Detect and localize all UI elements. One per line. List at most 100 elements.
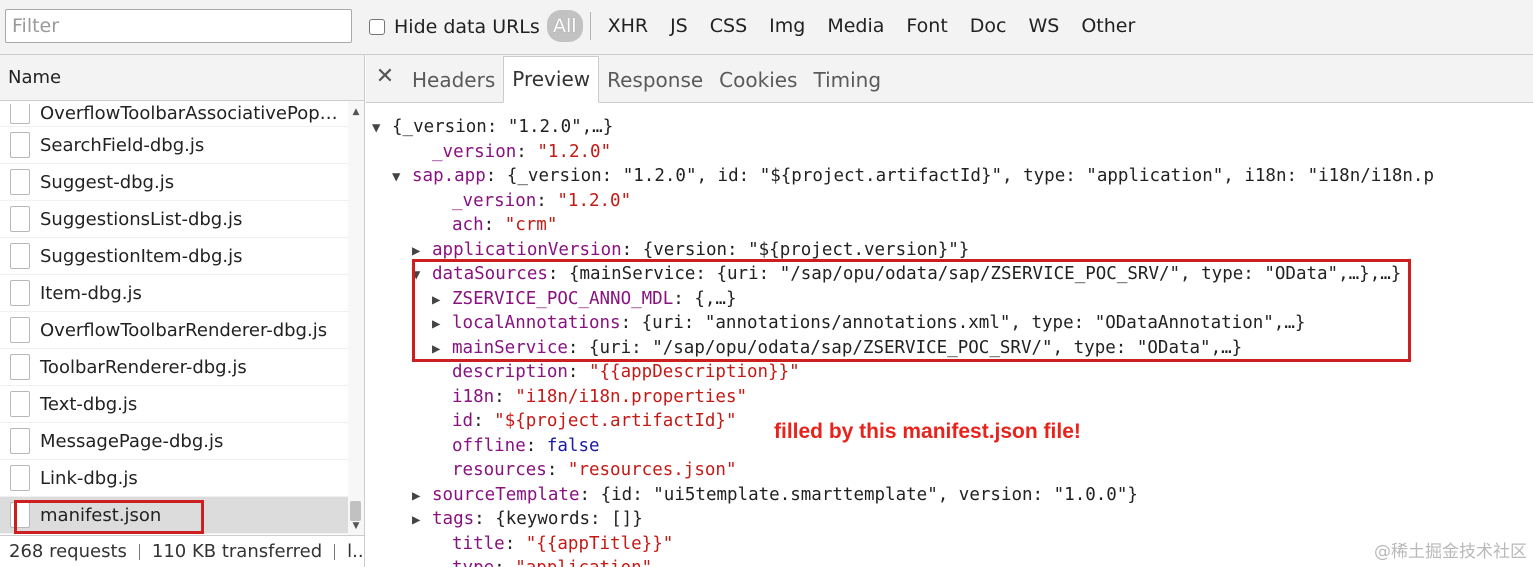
request-row[interactable]: MessagePage-dbg.js (0, 423, 348, 460)
json-tree-line[interactable]: ▶ sourceTemplate: {id: "ui5template.smart… (366, 483, 1533, 508)
file-icon (10, 317, 30, 343)
filter-other-button[interactable]: Other (1070, 8, 1146, 44)
json-value: "{{appTitle}}" (525, 533, 674, 554)
request-row[interactable]: SuggestionItem-dbg.js (0, 238, 348, 275)
request-name: Suggest-dbg.js (40, 171, 175, 193)
filter-css-button[interactable]: CSS (699, 8, 758, 44)
request-row[interactable]: Suggest-dbg.js (0, 164, 348, 201)
hide-data-urls-toggle[interactable]: Hide data URLs (369, 13, 540, 41)
filter-input[interactable] (5, 9, 352, 43)
tab-preview[interactable]: Preview (503, 56, 600, 103)
filter-all-button[interactable]: All (547, 10, 583, 42)
json-value: "{{appDescription}}" (588, 362, 800, 382)
filter-doc-button[interactable]: Doc (959, 8, 1018, 44)
json-key: resources (452, 460, 547, 480)
request-name: OverflowToolbarAssociativePop… (40, 103, 338, 124)
request-list: OverflowToolbarAssociativePop… SearchFie… (0, 101, 348, 535)
json-tree-line[interactable]: ▶ tags: {keywords: []} (366, 507, 1533, 532)
json-key: offline (452, 435, 526, 456)
json-value: false (546, 435, 600, 456)
json-punctuation: : (536, 190, 558, 211)
json-key: id (452, 411, 474, 431)
json-tree-line: ach: "crm" (366, 213, 1533, 238)
json-punctuation: : (483, 215, 505, 235)
filter-img-button[interactable]: Img (758, 8, 816, 44)
request-row[interactable]: OverflowToolbarRenderer-dbg.js (0, 312, 348, 349)
request-list-pane: Name OverflowToolbarAssociativePop… Sear… (0, 55, 365, 567)
filter-font-button[interactable]: Font (895, 8, 958, 44)
file-icon (10, 391, 30, 417)
json-tree-line: resources: "resources.json" (366, 458, 1533, 483)
request-name: OverflowToolbarRenderer-dbg.js (40, 319, 328, 341)
json-key: sourceTemplate (432, 484, 580, 505)
json-tree-line[interactable]: ▼ {_version: "1.2.0",…} (366, 115, 1533, 140)
close-icon[interactable]: ✕ (366, 55, 404, 102)
json-key: i18n (452, 386, 495, 407)
status-divider (334, 544, 336, 560)
json-key: description (452, 362, 568, 382)
json-punctuation: : {keywords: []} (474, 509, 643, 529)
json-punctuation: : (516, 141, 538, 162)
hide-data-urls-checkbox[interactable] (369, 19, 385, 35)
json-value: "1.2.0" (537, 141, 612, 162)
annotation-text: filled by this manifest.json file! (774, 420, 1081, 443)
transferred-size: 110 KB transferred (151, 541, 323, 562)
request-list-scrollbar[interactable]: ▲ ▼ (348, 101, 364, 535)
request-row[interactable]: Item-dbg.js (0, 275, 348, 312)
tab-timing[interactable]: Timing (805, 58, 889, 102)
tab-response[interactable]: Response (599, 58, 711, 102)
filter-js-button[interactable]: JS (659, 8, 699, 44)
json-value: "resources.json" (567, 460, 737, 480)
json-key: _version (432, 141, 517, 162)
json-punctuation: {_version: "1.2.0",…} (392, 117, 614, 137)
highlight-box-datasources (412, 259, 1411, 362)
json-punctuation: : (546, 460, 568, 480)
json-punctuation: : (473, 411, 495, 431)
json-tree-line: title: "{{appTitle}}" (366, 532, 1533, 557)
request-row[interactable]: Text-dbg.js (0, 386, 348, 423)
request-name: MessagePage-dbg.js (40, 430, 224, 452)
file-icon (10, 104, 30, 124)
json-value: "i18n/i18n.properties" (515, 386, 748, 407)
json-tree-line[interactable]: ▼ sap.app: {_version: "1.2.0", id: "${pro… (366, 164, 1533, 189)
request-name: ToolbarRenderer-dbg.js (40, 356, 247, 378)
file-icon (10, 428, 30, 454)
name-column-header[interactable]: Name (0, 55, 364, 101)
tab-headers[interactable]: Headers (404, 58, 503, 102)
request-row[interactable]: OverflowToolbarAssociativePop… (0, 101, 348, 127)
network-filter-bar: Hide data URLs All XHR JS CSS Img Media … (0, 0, 1533, 55)
request-row[interactable]: SuggestionsList-dbg.js (0, 201, 348, 238)
filter-xhr-button[interactable]: XHR (597, 8, 660, 44)
json-punctuation: : (494, 386, 516, 407)
request-count: 268 requests (9, 541, 127, 562)
json-key: applicationVersion (432, 239, 622, 260)
filter-ws-button[interactable]: WS (1017, 8, 1070, 44)
collapsed-arrow-icon[interactable]: ▶ (412, 484, 432, 509)
request-row[interactable]: ToolbarRenderer-dbg.js (0, 349, 348, 386)
scroll-thumb[interactable] (350, 501, 361, 521)
scroll-up-arrow-icon[interactable]: ▲ (351, 107, 361, 117)
scroll-down-arrow-icon[interactable]: ▼ (351, 521, 361, 531)
json-punctuation: : {version: "${project.version}"} (621, 239, 970, 260)
hide-data-urls-label: Hide data URLs (394, 16, 540, 38)
json-key: sap.app (412, 166, 486, 186)
request-row[interactable]: SearchField-dbg.js (0, 127, 348, 164)
filter-media-button[interactable]: Media (816, 8, 895, 44)
json-key: tags (432, 509, 475, 529)
expanded-arrow-icon[interactable]: ▼ (392, 165, 412, 190)
json-key: _version (452, 190, 537, 211)
collapsed-arrow-icon[interactable]: ▶ (412, 508, 432, 533)
network-summary-bar: 268 requests 110 KB transferred l... (0, 535, 364, 567)
request-name: SearchField-dbg.js (40, 134, 205, 156)
request-name: Link-dbg.js (40, 467, 138, 489)
request-name: Item-dbg.js (40, 282, 142, 304)
detail-tab-bar: ✕ Headers Preview Response Cookies Timin… (366, 55, 1533, 103)
expanded-arrow-icon[interactable]: ▼ (372, 116, 392, 141)
json-value: "1.2.0" (557, 190, 632, 211)
json-punctuation: : {_version: "1.2.0", id: "${project.art… (485, 166, 1434, 186)
request-name: SuggestionItem-dbg.js (40, 245, 243, 267)
request-row[interactable]: Link-dbg.js (0, 460, 348, 497)
file-icon (10, 169, 30, 195)
filter-divider (589, 12, 591, 40)
tab-cookies[interactable]: Cookies (711, 58, 805, 102)
